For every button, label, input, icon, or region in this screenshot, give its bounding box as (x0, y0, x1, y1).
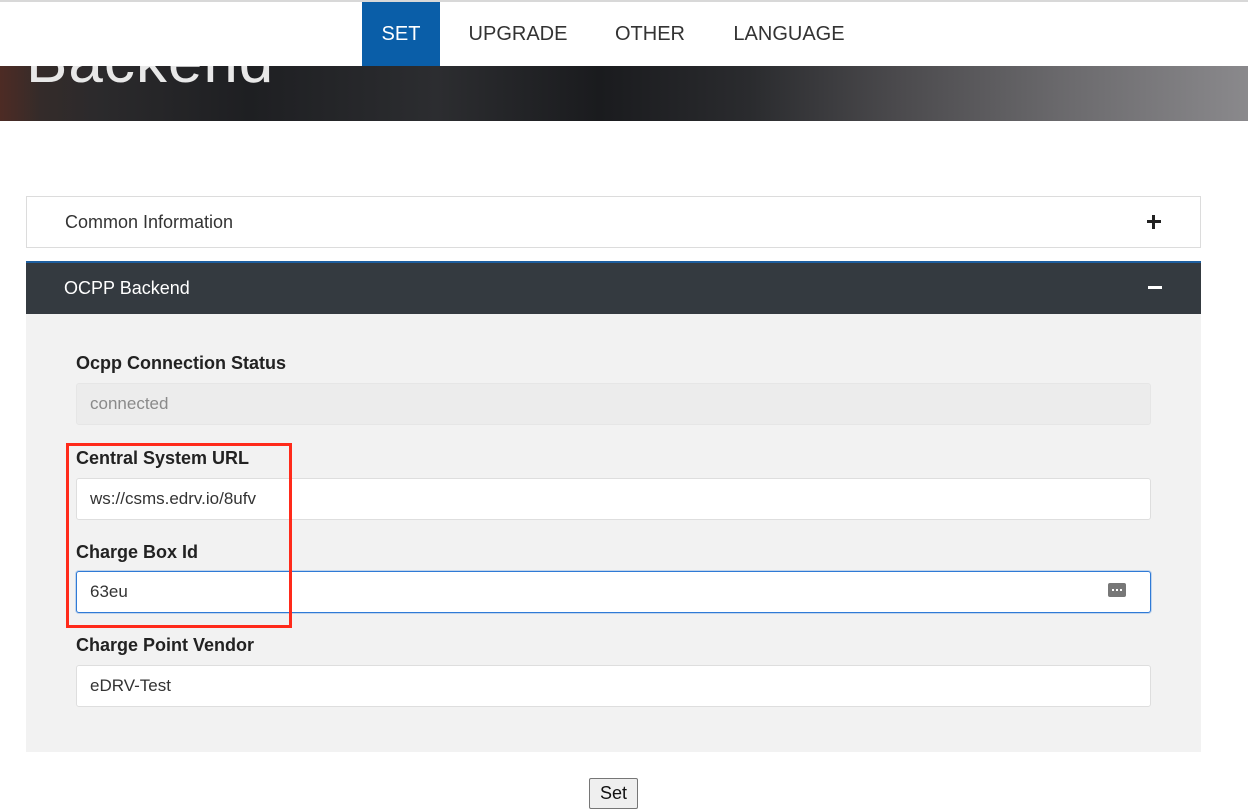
central-system-url-label: Central System URL (76, 448, 250, 468)
minus-icon[interactable] (1145, 263, 1165, 313)
nav-item-upgrade[interactable]: UPGRADE (456, 2, 580, 66)
ocpp-backend-panel: OCPP Backend Ocpp Connection Status Cent… (26, 261, 1201, 752)
common-information-title: Common Information (65, 212, 234, 232)
charge-point-vendor-label: Charge Point Vendor (76, 635, 255, 655)
common-information-panel[interactable]: Common Information (26, 196, 1201, 248)
charge-point-vendor-input[interactable] (76, 665, 1151, 707)
nav-item-set[interactable]: SET (362, 2, 440, 66)
plus-icon-vertical (1152, 215, 1155, 229)
charge-box-id-input[interactable] (76, 571, 1151, 613)
nav-item-language[interactable]: LANGUAGE (720, 2, 858, 66)
hero-title: Backend (26, 66, 274, 97)
plus-icon[interactable] (1144, 197, 1164, 247)
minus-icon-bar (1148, 286, 1162, 289)
top-navigation: SET UPGRADE OTHER LANGUAGE (0, 2, 1248, 66)
ocpp-backend-title: OCPP Backend (64, 278, 190, 298)
ocpp-connection-status-field (76, 383, 1151, 425)
charge-box-id-label: Charge Box Id (76, 542, 199, 562)
password-manager-icon[interactable] (1108, 583, 1126, 597)
hero-banner: Backend (0, 66, 1248, 121)
ocpp-connection-status-label: Ocpp Connection Status (76, 353, 287, 373)
ocpp-backend-header[interactable]: OCPP Backend (26, 261, 1201, 314)
central-system-url-input[interactable] (76, 478, 1151, 520)
nav-item-other[interactable]: OTHER (602, 2, 698, 66)
set-button[interactable]: Set (589, 778, 638, 809)
